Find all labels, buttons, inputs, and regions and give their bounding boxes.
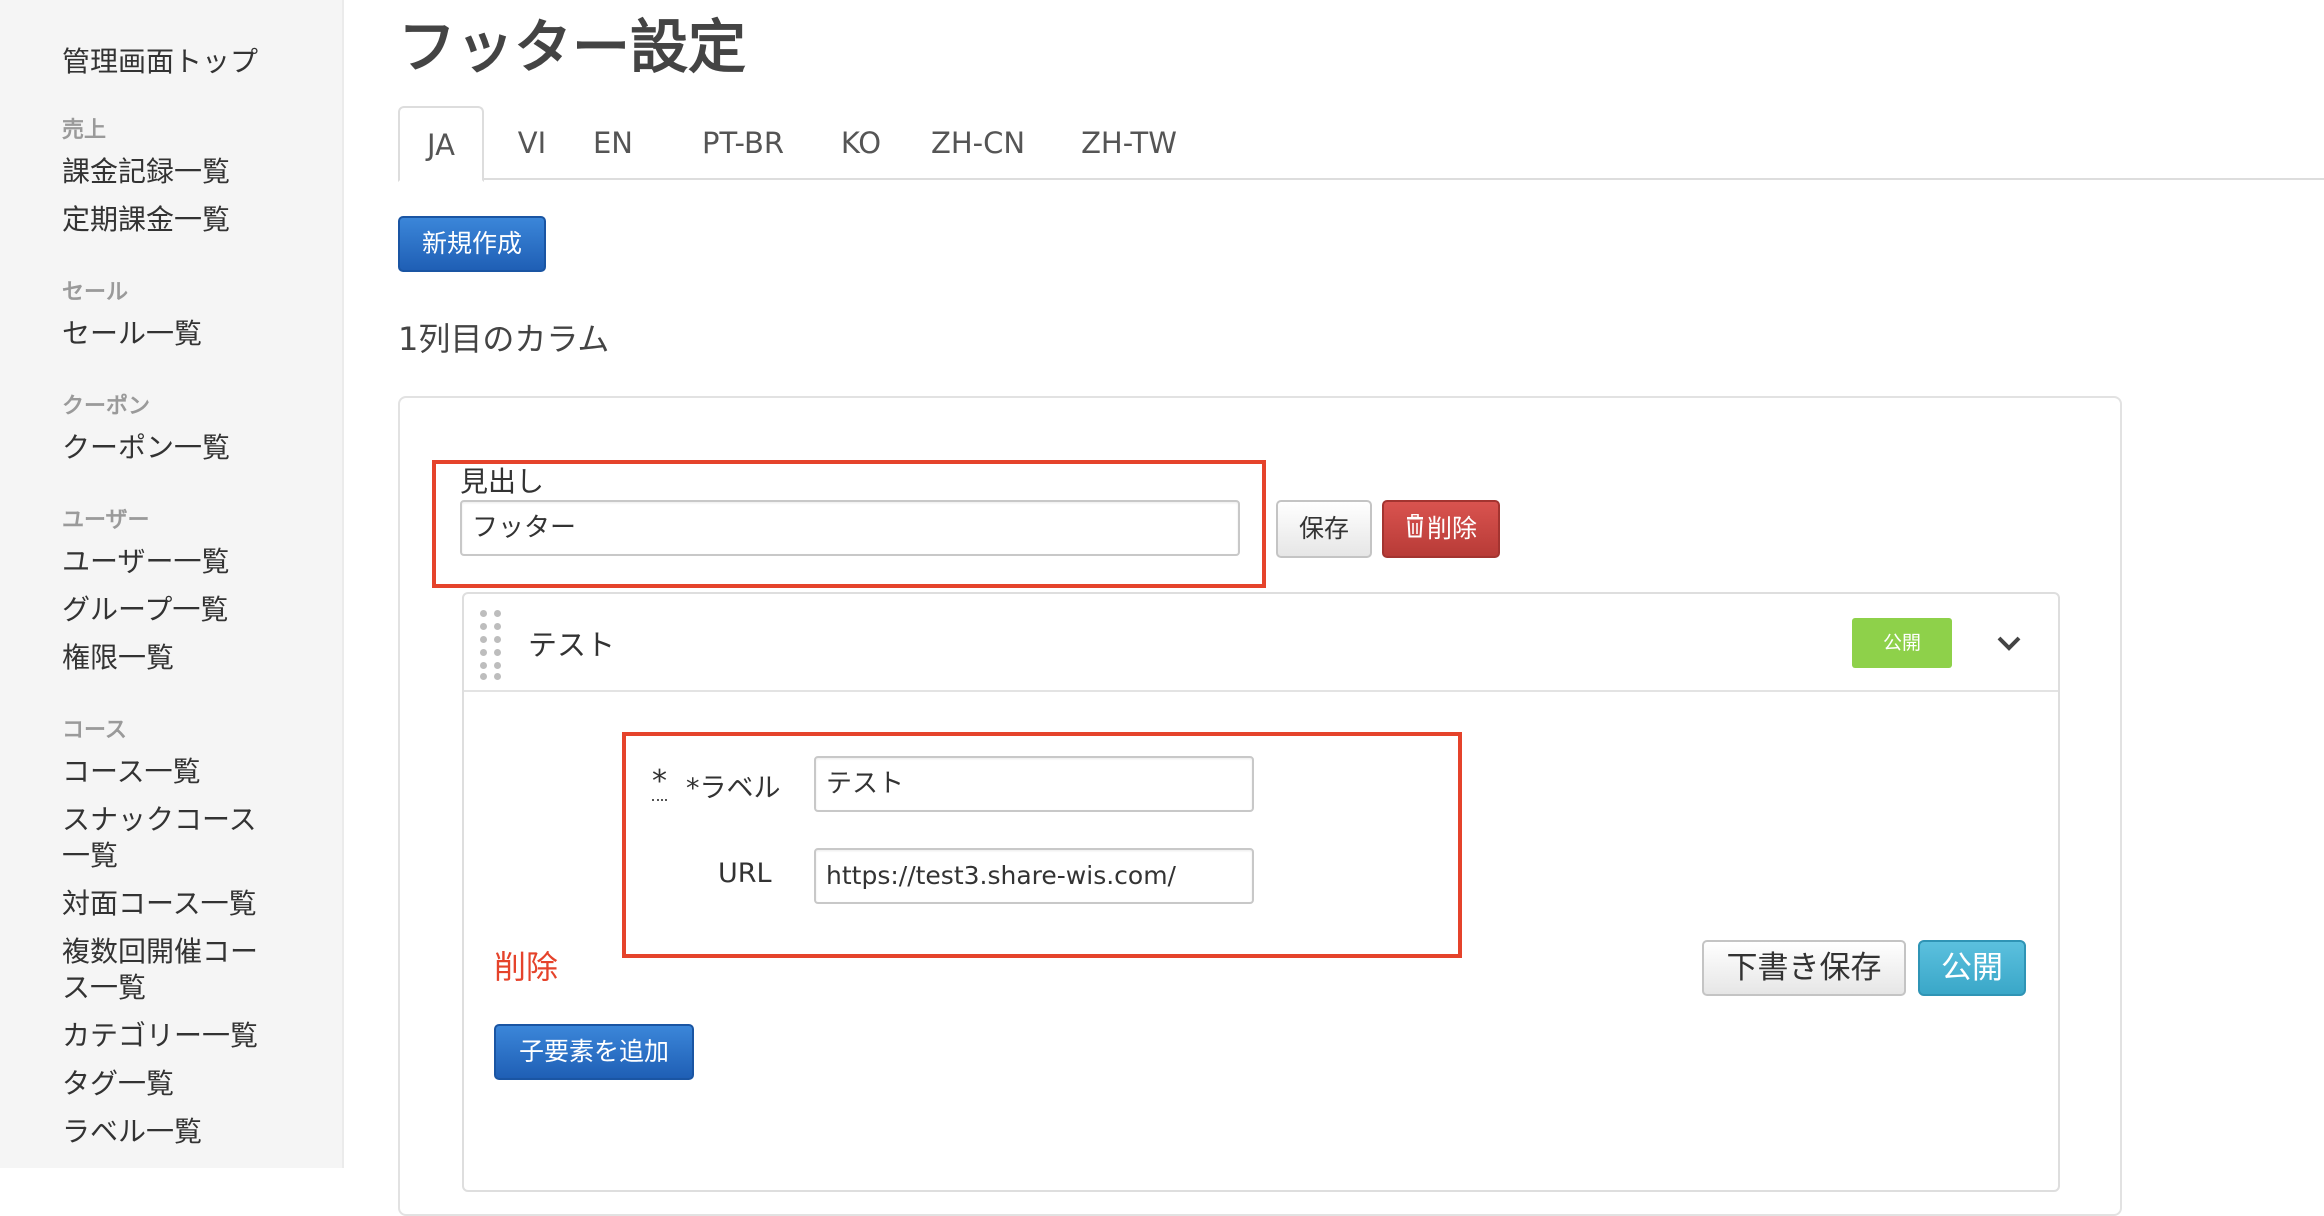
required-mark: *	[652, 764, 667, 801]
sidebar: 管理画面トップ 売上 課金記録一覧 定期課金一覧 セール セール一覧 クーポン …	[0, 0, 344, 1168]
status-badge: 公開	[1852, 618, 1952, 668]
required-asterisk: *	[652, 764, 667, 801]
draft-save-button[interactable]: 下書き保存	[1702, 940, 1906, 996]
label-field-label: *ラベル	[686, 773, 781, 804]
sidebar-item-snack-courses[interactable]: スナックコース	[62, 802, 257, 838]
sidebar-item-sales-list[interactable]: セール一覧	[62, 316, 202, 352]
tab-ja[interactable]: JA	[398, 106, 484, 182]
heading-save-button[interactable]: 保存	[1276, 500, 1372, 558]
sidebar-item-categories[interactable]: カテゴリー一覧	[62, 1018, 258, 1054]
column-title: 1列目のカラム	[398, 320, 610, 358]
sidebar-item-billing-records[interactable]: 課金記録一覧	[62, 154, 230, 190]
sidebar-item-permissions[interactable]: 権限一覧	[62, 640, 174, 676]
sidebar-heading-sales: 売上	[62, 118, 107, 143]
sidebar-item-admin-top[interactable]: 管理画面トップ	[62, 40, 258, 80]
tab-zh-tw[interactable]: ZH-TW	[1074, 106, 1184, 180]
label-input[interactable]: テスト	[814, 756, 1254, 812]
sidebar-item-users[interactable]: ユーザー一覧	[62, 544, 229, 580]
tab-en[interactable]: EN	[582, 106, 644, 180]
sidebar-item-in-person-courses[interactable]: 対面コース一覧	[62, 886, 257, 922]
sidebar-item-labels[interactable]: ラベル一覧	[62, 1114, 202, 1150]
heading-label: 見出し	[460, 465, 545, 498]
tab-pt-br[interactable]: PT-BR	[686, 106, 800, 180]
sidebar-item-subscriptions[interactable]: 定期課金一覧	[62, 202, 230, 238]
sidebar-item-coupons[interactable]: クーポン一覧	[62, 430, 230, 466]
url-field-label: URL	[718, 858, 772, 889]
trash-icon	[1405, 503, 1425, 557]
item-title: テスト	[528, 628, 616, 662]
heading-delete-label: 削除	[1426, 514, 1477, 543]
item-header[interactable]: テスト 公開	[464, 594, 2058, 692]
sidebar-item-groups[interactable]: グループ一覧	[62, 592, 228, 628]
sidebar-heading-users: ユーザー	[62, 508, 150, 533]
chevron-down-icon[interactable]	[1994, 628, 2024, 658]
sidebar-heading-coupon: クーポン	[62, 394, 151, 419]
url-input[interactable]: https://test3.share-wis.com/	[814, 848, 1254, 904]
sidebar-heading-sale: セール	[62, 280, 129, 305]
sidebar-item-multi-session-courses-cont[interactable]: ス一覧	[62, 970, 146, 1006]
language-tabs: JA VI EN PT-BR KO ZH-CN ZH-TW	[398, 106, 2324, 182]
sidebar-item-multi-session-courses[interactable]: 複数回開催コー	[62, 934, 258, 970]
heading-input[interactable]: フッター	[460, 500, 1240, 556]
tab-zh-cn[interactable]: ZH-CN	[924, 106, 1032, 180]
item-delete-link[interactable]: 削除	[494, 942, 558, 988]
sidebar-item-snack-courses-cont[interactable]: 一覧	[62, 838, 118, 874]
sidebar-item-courses[interactable]: コース一覧	[62, 754, 201, 790]
page-title: フッター設定	[398, 13, 747, 81]
drag-handle-icon[interactable]	[478, 610, 506, 680]
sidebar-heading-courses: コース	[62, 718, 127, 743]
sidebar-item-tags[interactable]: タグ一覧	[62, 1066, 174, 1102]
new-button[interactable]: 新規作成	[398, 216, 546, 272]
publish-button[interactable]: 公開	[1918, 940, 2026, 996]
tab-vi[interactable]: VI	[502, 106, 562, 180]
tab-ko[interactable]: KO	[832, 106, 890, 180]
add-child-button[interactable]: 子要素を追加	[494, 1024, 694, 1080]
heading-delete-button[interactable]: 削除	[1382, 500, 1500, 558]
